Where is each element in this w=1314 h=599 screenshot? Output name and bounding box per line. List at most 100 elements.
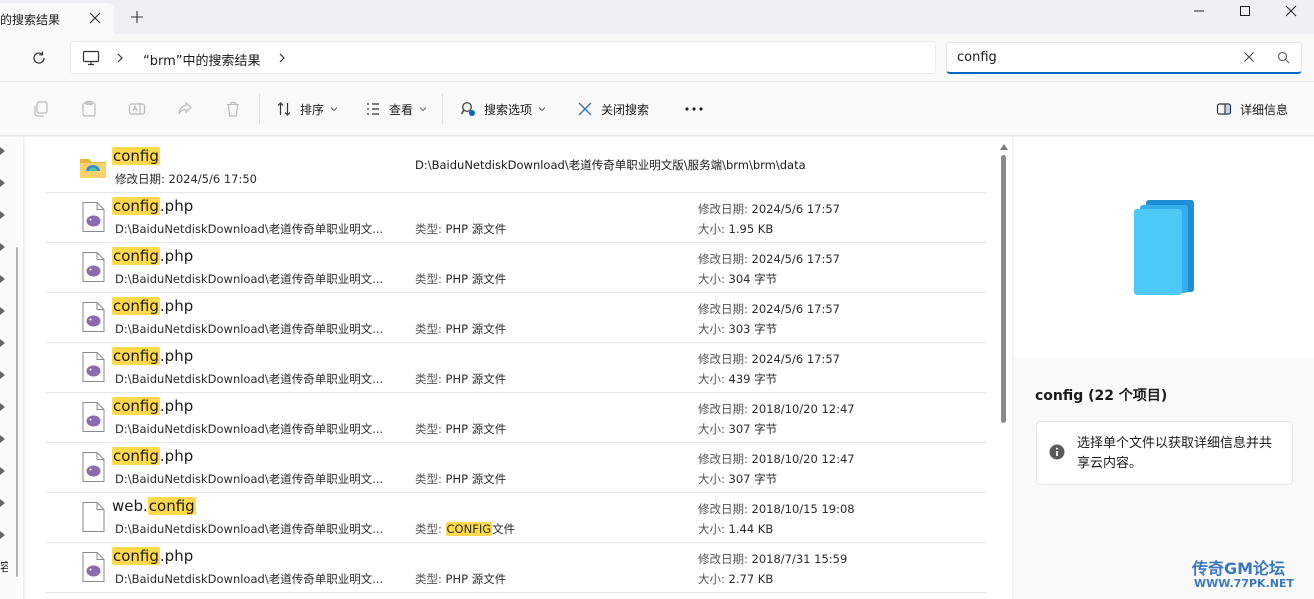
details-pane: config (22 个项目) 选择单个文件以获取详细信息并共享云内容。	[1014, 137, 1314, 599]
file-path: D:\BaiduNetdiskDownload\老道传奇单职业明文...	[115, 322, 384, 336]
file-size: 大小: 2.77 KB	[698, 572, 774, 586]
file-name: config.php	[112, 447, 194, 465]
file-type: 类型: PHP 源文件	[415, 222, 507, 236]
file-name: config.php	[112, 247, 194, 265]
maximize-button[interactable]	[1222, 0, 1268, 22]
php-file-icon	[82, 552, 105, 582]
file-size: 大小: 303 字节	[698, 322, 778, 336]
folder-path: D:\BaiduNetdiskDownload\老道传奇单职业明文版\服务端\b…	[415, 158, 806, 172]
plus-icon[interactable]	[130, 10, 144, 24]
file-name: config.php	[112, 297, 194, 315]
list-item[interactable]: config.php D:\BaiduNetdiskDownload\老道传奇单…	[46, 293, 986, 343]
php-file-icon	[82, 302, 105, 332]
search-input[interactable]: config	[946, 42, 1302, 74]
rename-icon[interactable]	[128, 100, 146, 118]
search-options-button[interactable]: 搜索选项	[460, 99, 554, 119]
chevron-right-icon[interactable]	[0, 531, 6, 539]
address-row: “brm”中的搜索结果 config	[0, 34, 1314, 82]
file-type: 类型: PHP 源文件	[415, 372, 507, 386]
close-search-button[interactable]: 关闭搜索	[577, 99, 649, 119]
list-item[interactable]: web.config D:\BaiduNetdiskDownload\老道传奇单…	[46, 493, 986, 543]
file-path: D:\BaiduNetdiskDownload\老道传奇单职业明文...	[115, 572, 384, 586]
chevron-right-icon[interactable]	[0, 371, 6, 379]
file-type: 类型: PHP 源文件	[415, 322, 507, 336]
separator	[259, 94, 260, 124]
sort-button[interactable]: 排序	[276, 99, 346, 119]
file-path: D:\BaiduNetdiskDownload\老道传奇单职业明文...	[115, 472, 384, 486]
chevron-right-icon[interactable]	[0, 467, 6, 475]
search-options-icon	[460, 102, 475, 116]
nav-item-label[interactable]: 容	[0, 558, 8, 575]
modified-date: 修改日期: 2018/10/15 19:08	[698, 502, 855, 516]
search-icon[interactable]	[1277, 51, 1290, 64]
modified-date: 修改日期: 2024/5/6 17:57	[698, 302, 840, 316]
file-list-scrollbar[interactable]	[997, 137, 1011, 599]
minimize-button[interactable]	[1176, 0, 1222, 22]
tab-search-results[interactable]: 的搜索结果	[0, 3, 114, 34]
more-icon[interactable]	[684, 102, 704, 116]
list-item[interactable]: config.php D:\BaiduNetdiskDownload\老道传奇单…	[46, 393, 986, 443]
details-button[interactable]: 详细信息	[1216, 99, 1288, 119]
share-icon[interactable]	[176, 100, 194, 118]
details-label: 详细信息	[1240, 102, 1289, 117]
chevron-right-icon[interactable]	[277, 52, 287, 64]
sort-icon	[277, 102, 291, 116]
file-type: 类型: CONFIG文件	[415, 522, 516, 536]
blank-file-icon	[82, 502, 105, 532]
modified-date: 修改日期: 2024/5/6 17:50	[115, 172, 257, 186]
watermark-url: WWW.77PK.NET	[1194, 577, 1294, 590]
search-options-label: 搜索选项	[484, 102, 533, 117]
minimize-icon	[1194, 10, 1204, 12]
chevron-right-icon[interactable]	[0, 147, 6, 155]
chevron-right-icon[interactable]	[0, 179, 6, 187]
chevron-right-icon[interactable]	[115, 52, 125, 64]
computer-icon[interactable]	[82, 50, 100, 66]
multiple-files-icon	[1134, 200, 1194, 295]
list-item[interactable]: config.php D:\BaiduNetdiskDownload\老道传奇单…	[46, 443, 986, 493]
modified-date: 修改日期: 2018/10/20 12:47	[698, 402, 855, 416]
php-file-icon	[82, 202, 105, 232]
scrollbar-thumb[interactable]	[1001, 155, 1006, 423]
list-item[interactable]: config 修改日期: 2024/5/6 17:50 D:\BaiduNetd…	[46, 143, 986, 193]
file-name: web.config	[112, 497, 196, 515]
php-file-icon	[82, 402, 105, 432]
separator	[442, 94, 443, 124]
copy-icon[interactable]	[32, 100, 50, 118]
list-item[interactable]: config.php D:\BaiduNetdiskDownload\老道传奇单…	[46, 243, 986, 293]
php-file-icon	[82, 452, 105, 482]
command-bar: 排序 查看 搜索选项 关闭搜索 详细信息	[0, 82, 1314, 136]
details-info-text: 选择单个文件以获取详细信息并共享云内容。	[1077, 436, 1273, 471]
modified-date: 修改日期: 2024/5/6 17:57	[698, 202, 840, 216]
chevron-right-icon[interactable]	[0, 243, 6, 251]
view-button[interactable]: 查看	[365, 99, 435, 119]
watermark: 传奇GM论坛 WWW.77PK.NET	[1192, 555, 1310, 595]
search-value: config	[957, 50, 997, 65]
breadcrumb[interactable]: “brm”中的搜索结果	[143, 50, 261, 69]
close-search-label: 关闭搜索	[601, 102, 650, 117]
php-file-icon	[82, 352, 105, 382]
refresh-icon[interactable]	[31, 50, 47, 66]
close-icon[interactable]	[88, 11, 102, 25]
list-item[interactable]: config.php D:\BaiduNetdiskDownload\老道传奇单…	[46, 543, 986, 593]
folder-icon	[80, 159, 106, 178]
chevron-right-icon[interactable]	[0, 339, 6, 347]
chevron-right-icon[interactable]	[0, 307, 6, 315]
window-close-button[interactable]	[1268, 0, 1314, 22]
file-type: 类型: PHP 源文件	[415, 422, 507, 436]
navigation-pane: 容	[0, 137, 24, 599]
paste-icon[interactable]	[80, 100, 98, 118]
scroll-up-icon[interactable]	[999, 143, 1009, 151]
chevron-right-icon[interactable]	[0, 499, 6, 507]
list-item[interactable]: config.php D:\BaiduNetdiskDownload\老道传奇单…	[46, 193, 986, 243]
view-label: 查看	[389, 102, 414, 117]
delete-icon[interactable]	[224, 100, 242, 118]
clear-icon[interactable]	[1243, 51, 1255, 63]
file-type: 类型: PHP 源文件	[415, 472, 507, 486]
chevron-right-icon[interactable]	[0, 403, 6, 411]
chevron-right-icon[interactable]	[0, 435, 6, 443]
chevron-right-icon[interactable]	[0, 275, 6, 283]
chevron-right-icon[interactable]	[0, 211, 6, 219]
navigation-scrollbar[interactable]	[16, 247, 18, 577]
address-bar[interactable]: “brm”中的搜索结果	[70, 41, 936, 74]
list-item[interactable]: config.php D:\BaiduNetdiskDownload\老道传奇单…	[46, 343, 986, 393]
